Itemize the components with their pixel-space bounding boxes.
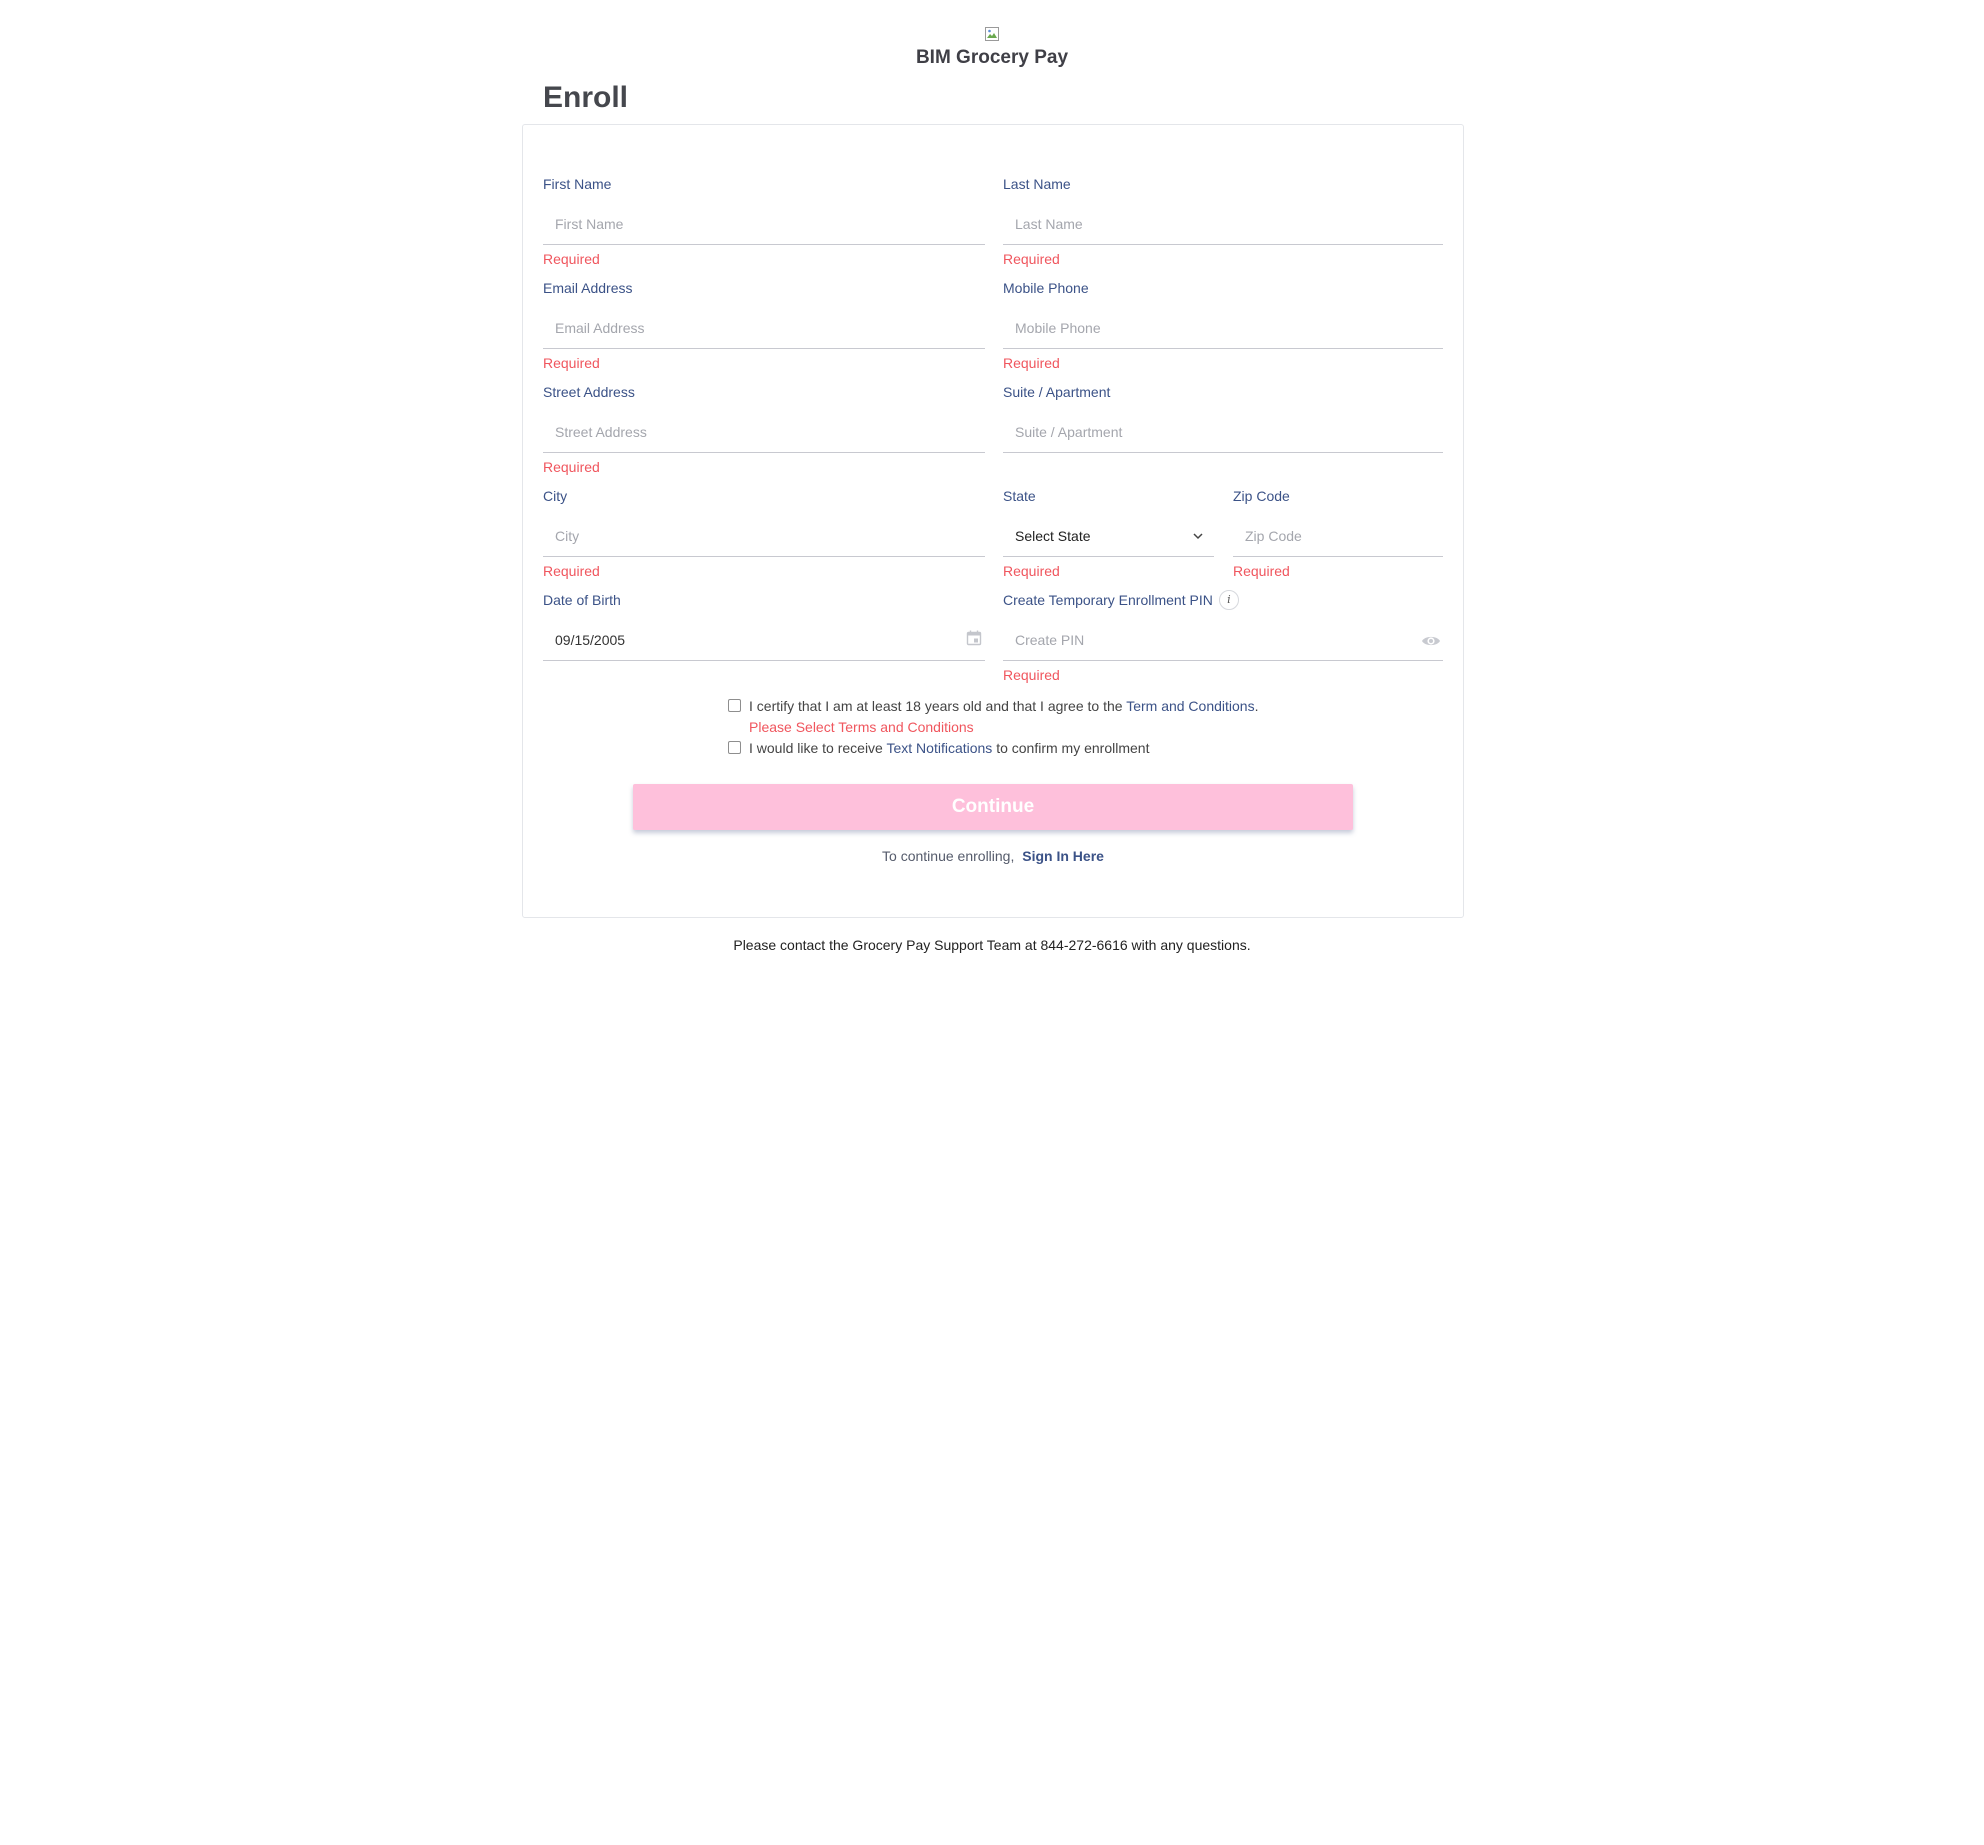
- sign-in-link[interactable]: Sign In Here: [1022, 848, 1104, 864]
- email-field: Email Address Required: [543, 279, 985, 375]
- enroll-page: BIM Grocery Pay Enroll First Name Requir…: [0, 0, 1984, 1845]
- zip-code-field: Zip Code Required: [1233, 487, 1443, 583]
- street-address-error: Required: [543, 459, 600, 475]
- last-name-field: Last Name Required: [1003, 175, 1443, 271]
- date-of-birth-field: Date of Birth: [543, 591, 985, 687]
- city-label: City: [543, 488, 568, 504]
- mobile-phone-error: Required: [1003, 355, 1060, 371]
- last-name-label: Last Name: [1003, 176, 1071, 192]
- state-error: Required: [1003, 563, 1060, 579]
- terms-error: Please Select Terms and Conditions: [749, 719, 974, 735]
- agreement-checkboxes: I certify that I am at least 18 years ol…: [728, 696, 1288, 758]
- street-address-label: Street Address: [543, 384, 635, 400]
- last-name-error: Required: [1003, 251, 1060, 267]
- pin-input[interactable]: [1003, 619, 1443, 661]
- terms-text-after: .: [1254, 698, 1259, 714]
- first-name-field: First Name Required: [543, 175, 985, 271]
- last-name-input[interactable]: [1003, 203, 1443, 245]
- email-label: Email Address: [543, 280, 633, 296]
- terms-checkbox-row: I certify that I am at least 18 years ol…: [728, 696, 1288, 738]
- pin-label-text: Create Temporary Enrollment PIN: [1003, 592, 1213, 608]
- notifications-checkbox-row: I would like to receive Text Notificatio…: [728, 738, 1288, 758]
- street-address-input[interactable]: [543, 411, 985, 453]
- logo: BIM Grocery Pay: [0, 26, 1984, 69]
- zip-code-input[interactable]: [1233, 515, 1443, 557]
- mobile-phone-field: Mobile Phone Required: [1003, 279, 1443, 375]
- state-selected-value: Select State: [1015, 528, 1091, 544]
- terms-link[interactable]: Term and Conditions: [1126, 698, 1254, 714]
- signin-prompt: To continue enrolling,: [882, 848, 1015, 864]
- suite-apartment-field: Suite / Apartment: [1003, 383, 1443, 479]
- notifications-text: I would like to receive Text Notificatio…: [749, 738, 1149, 758]
- state-select[interactable]: Select State: [1003, 515, 1214, 557]
- city-field: City Required: [543, 487, 985, 583]
- email-input[interactable]: [543, 307, 985, 349]
- pin-field: Create Temporary Enrollment PIN i Require…: [1003, 589, 1443, 687]
- date-of-birth-label: Date of Birth: [543, 592, 621, 608]
- city-input[interactable]: [543, 515, 985, 557]
- terms-text: I certify that I am at least 18 years ol…: [749, 696, 1258, 716]
- support-footer: Please contact the Grocery Pay Support T…: [733, 937, 1251, 953]
- eye-icon[interactable]: [1421, 632, 1441, 650]
- state-label: State: [1003, 488, 1036, 504]
- first-name-input[interactable]: [543, 203, 985, 245]
- brand-logo-alt-text: BIM Grocery Pay: [915, 47, 1069, 68]
- street-address-field: Street Address Required: [543, 383, 985, 479]
- pin-label: Create Temporary Enrollment PIN i: [1003, 589, 1443, 610]
- terms-text-before: I certify that I am at least 18 years ol…: [749, 698, 1127, 714]
- first-name-error: Required: [543, 251, 600, 267]
- signin-row: To continue enrolling, Sign In Here: [523, 848, 1463, 864]
- first-name-label: First Name: [543, 176, 612, 192]
- page-title: Enroll: [543, 81, 629, 114]
- notifications-text-before: I would like to receive: [749, 740, 887, 756]
- terms-checkbox[interactable]: [728, 699, 741, 712]
- date-of-birth-input[interactable]: [543, 619, 985, 661]
- pin-error: Required: [1003, 667, 1060, 683]
- notifications-text-after: to confirm my enrollment: [992, 740, 1150, 756]
- mobile-phone-label: Mobile Phone: [1003, 280, 1089, 296]
- chevron-down-icon: [1193, 533, 1203, 540]
- enroll-form-card: First Name Required Last Name Required E…: [522, 124, 1464, 918]
- city-error: Required: [543, 563, 600, 579]
- continue-button[interactable]: Continue: [633, 784, 1353, 830]
- suite-apartment-label: Suite / Apartment: [1003, 384, 1111, 400]
- broken-image-icon: [984, 26, 1000, 42]
- state-field: State Select State Required: [1003, 487, 1214, 583]
- email-error: Required: [543, 355, 600, 371]
- info-icon[interactable]: i: [1218, 589, 1239, 610]
- zip-code-error: Required: [1233, 563, 1290, 579]
- calendar-icon[interactable]: [965, 629, 983, 647]
- notifications-checkbox[interactable]: [728, 741, 741, 754]
- mobile-phone-input[interactable]: [1003, 307, 1443, 349]
- zip-code-label: Zip Code: [1233, 488, 1290, 504]
- text-notifications-link[interactable]: Text Notifications: [886, 740, 992, 756]
- suite-apartment-input[interactable]: [1003, 411, 1443, 453]
